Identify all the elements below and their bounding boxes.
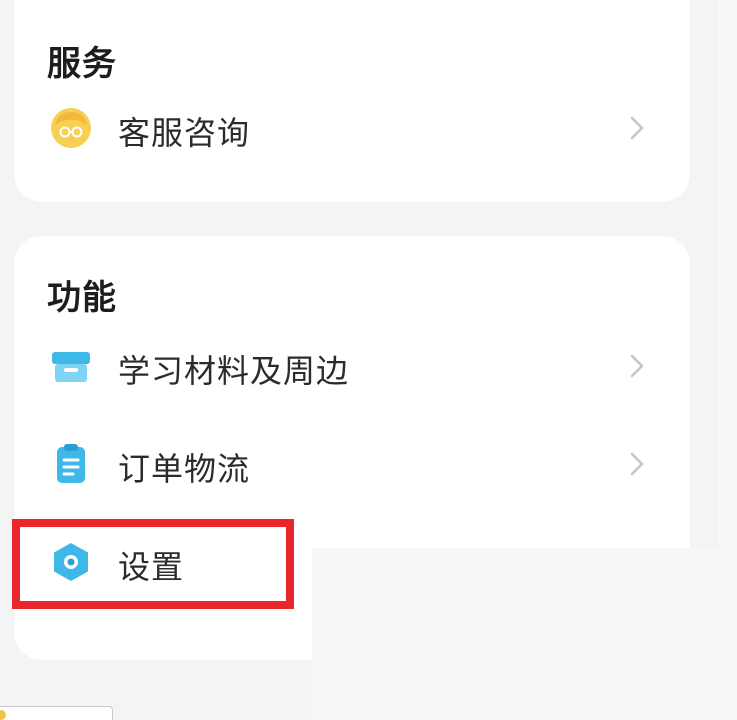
menu-item-order-logistics[interactable]: 订单物流 xyxy=(14,424,690,504)
services-section-title: 服务 xyxy=(47,44,117,84)
package-box-icon xyxy=(52,352,90,382)
background-overlay xyxy=(312,548,737,720)
page-right-edge xyxy=(718,0,737,720)
settings-highlight-box xyxy=(12,519,294,609)
yellow-dot-icon xyxy=(0,710,6,720)
menu-item-label: 客服咨询 xyxy=(118,114,251,152)
menu-item-label: 学习材料及周边 xyxy=(118,352,350,390)
chevron-right-icon xyxy=(630,354,644,378)
menu-item-label: 订单物流 xyxy=(118,450,251,488)
chevron-right-icon xyxy=(630,452,644,476)
clipboard-icon xyxy=(57,444,85,483)
menu-item-study-materials[interactable]: 学习材料及周边 xyxy=(14,326,690,406)
services-card: 服务 客服咨询 xyxy=(14,0,690,202)
profile-menu-page: 服务 客服咨询 功能 学习材料及周边 订单物流 设置 xyxy=(0,0,737,720)
customer-service-avatar-icon xyxy=(51,108,91,148)
features-section-title: 功能 xyxy=(47,278,117,318)
bottom-corner-element xyxy=(0,706,113,720)
menu-item-customer-service[interactable]: 客服咨询 xyxy=(14,88,690,168)
chevron-right-icon xyxy=(630,116,644,140)
